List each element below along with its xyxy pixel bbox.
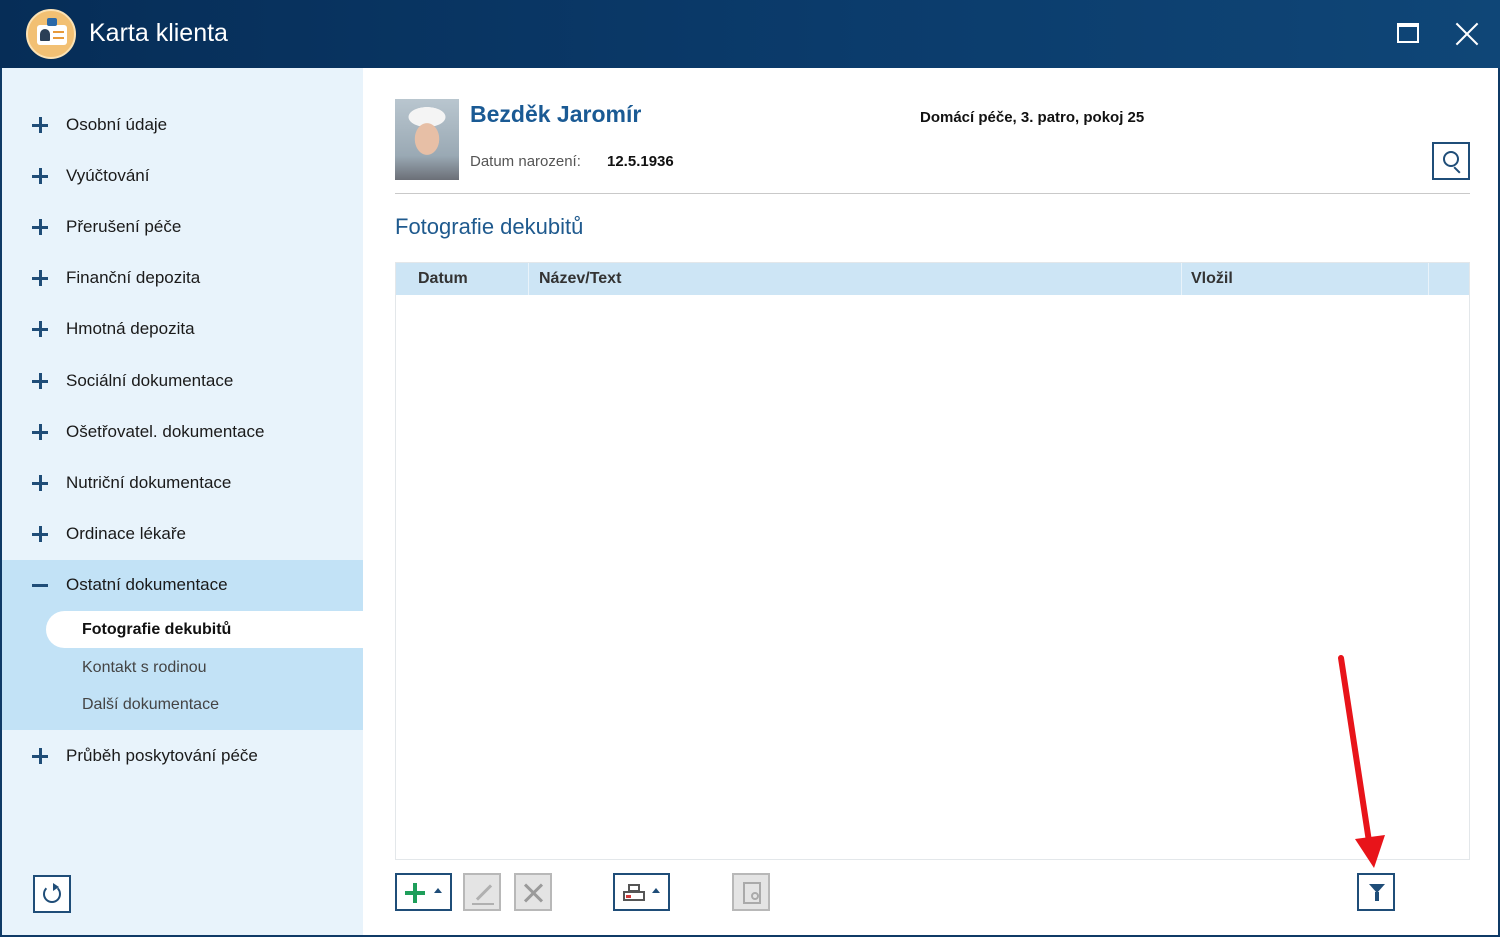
sidebar: Osobní údaje Vyúčtování Přerušení péče F… — [2, 68, 363, 935]
plus-icon — [32, 475, 48, 491]
add-button[interactable] — [395, 873, 452, 911]
sidebar-item-vyuctovani[interactable]: Vyúčtování — [2, 151, 363, 202]
table-header: Datum Název/Text Vložil — [396, 263, 1469, 295]
sidebar-group-expanded: Ostatní dokumentace Fotografie dekubitů … — [2, 560, 363, 730]
plus-icon — [32, 270, 48, 286]
main-panel: Bezděk Jaromír Datum narození: 12.5.1936… — [363, 68, 1498, 935]
sidebar-subitem-fotografie-dekubitu[interactable]: Fotografie dekubitů — [46, 611, 363, 648]
sidebar-item-preruseni-pece[interactable]: Přerušení péče — [2, 202, 363, 253]
sidebar-item-socialni-dokumentace[interactable]: Sociální dokumentace — [2, 356, 363, 407]
column-header-datum[interactable]: Datum — [418, 270, 468, 288]
dob-value: 12.5.1936 — [607, 153, 674, 170]
plus-icon — [32, 219, 48, 235]
sidebar-item-osobni-udaje[interactable]: Osobní údaje — [2, 100, 363, 151]
add-icon — [405, 883, 425, 903]
sidebar-item-nutricni-dokumentace[interactable]: Nutriční dokumentace — [2, 458, 363, 509]
title-bar: Karta klienta — [0, 0, 1500, 68]
column-header-nazev[interactable]: Název/Text — [539, 270, 621, 288]
filter-button[interactable] — [1357, 873, 1395, 911]
section-title: Fotografie dekubitů — [395, 214, 584, 239]
plus-icon — [32, 117, 48, 133]
plus-icon — [32, 373, 48, 389]
sidebar-item-label: Ošetřovatel. dokumentace — [66, 422, 265, 441]
sidebar-item-label: Hmotná depozita — [66, 319, 195, 338]
sidebar-item-hmotna-depozita[interactable]: Hmotná depozita — [2, 304, 363, 355]
sidebar-item-osetrovatel-dokumentace[interactable]: Ošetřovatel. dokumentace — [2, 407, 363, 458]
sidebar-item-financni-depozita[interactable]: Finanční depozita — [2, 253, 363, 304]
refresh-button[interactable] — [33, 875, 71, 913]
column-header-vlozil[interactable]: Vložil — [1191, 270, 1233, 288]
sidebar-item-ostatni-dokumentace[interactable]: Ostatní dokumentace — [2, 560, 363, 611]
plus-icon — [32, 424, 48, 440]
preview-button[interactable] — [732, 873, 770, 911]
chevron-up-icon — [434, 888, 442, 893]
sidebar-subitem-label: Kontakt s rodinou — [82, 659, 207, 676]
sidebar-item-label: Vyúčtování — [66, 166, 150, 185]
sidebar-item-prubeh-poskytovani-pece[interactable]: Průběh poskytování péče — [2, 731, 363, 782]
dob-label: Datum narození: — [470, 153, 581, 170]
sidebar-item-label: Průběh poskytování péče — [66, 746, 258, 765]
delete-button[interactable] — [514, 873, 552, 911]
sidebar-item-ordinace-lekare[interactable]: Ordinace lékaře — [2, 509, 363, 560]
sidebar-subitem-dalsi-dokumentace[interactable]: Další dokumentace — [46, 686, 363, 723]
sidebar-item-label: Sociální dokumentace — [66, 371, 234, 390]
chevron-up-icon — [652, 888, 660, 893]
sidebar-item-label: Ordinace lékaře — [66, 524, 187, 543]
app-logo-icon — [26, 9, 76, 59]
plus-icon — [32, 526, 48, 542]
edit-icon — [475, 884, 493, 901]
sidebar-item-label: Ostatní dokumentace — [66, 575, 228, 594]
sidebar-subitem-label: Fotografie dekubitů — [82, 621, 232, 638]
window-title: Karta klienta — [89, 19, 228, 47]
plus-icon — [32, 321, 48, 337]
close-icon[interactable] — [1452, 18, 1482, 48]
sidebar-item-label: Finanční depozita — [66, 268, 201, 287]
plus-icon — [32, 168, 48, 184]
print-icon — [623, 884, 645, 902]
divider — [395, 193, 1470, 194]
edit-button[interactable] — [463, 873, 501, 911]
sidebar-subitem-label: Další dokumentace — [82, 696, 219, 713]
sidebar-item-label: Osobní údaje — [66, 115, 168, 134]
preview-icon — [743, 882, 761, 904]
sidebar-item-label: Přerušení péče — [66, 217, 182, 236]
search-button[interactable] — [1432, 142, 1470, 180]
print-button[interactable] — [613, 873, 670, 911]
client-location: Domácí péče, 3. patro, pokoj 25 — [920, 109, 1145, 126]
sidebar-subitem-kontakt-s-rodinou[interactable]: Kontakt s rodinou — [46, 649, 363, 686]
plus-icon — [32, 748, 48, 764]
search-icon — [1443, 151, 1459, 167]
sidebar-item-label: Nutriční dokumentace — [66, 473, 232, 492]
minus-icon — [32, 584, 48, 587]
maximize-icon[interactable] — [1394, 18, 1424, 48]
documents-table[interactable]: Datum Název/Text Vložil — [395, 262, 1470, 860]
client-name: Bezděk Jaromír — [470, 101, 642, 127]
client-photo — [395, 99, 459, 180]
